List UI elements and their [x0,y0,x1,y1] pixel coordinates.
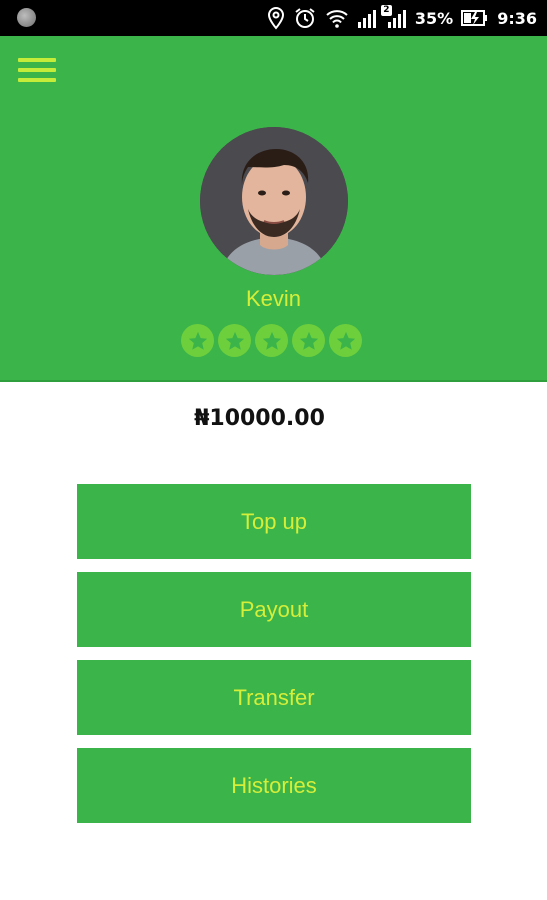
top-up-button[interactable]: Top up [77,484,471,559]
star-rating [181,324,362,357]
alarm-icon [295,8,315,28]
wifi-icon [326,10,348,28]
status-icons: 2 35% 9:36 [267,4,537,32]
clock: 9:36 [497,8,537,28]
battery-charging-icon [461,10,488,26]
profile-photo [200,127,348,275]
profile-header: Kevin [0,36,547,382]
location-icon [267,6,284,30]
sim-badge: 2 [380,5,392,16]
hamburger-menu-icon[interactable] [18,58,58,90]
action-list: Top up Payout Transfer Histories [77,484,471,836]
transfer-button[interactable]: Transfer [77,660,471,735]
status-bar: 2 35% 9:36 [0,0,547,36]
star-icon [292,324,325,357]
histories-button[interactable]: Histories [77,748,471,823]
avatar [200,127,348,275]
star-icon [181,324,214,357]
star-icon [218,324,251,357]
payout-button[interactable]: Payout [77,572,471,647]
user-name: Kevin [245,286,302,311]
signal-icon [357,10,376,28]
notification-dot-icon [17,8,36,27]
wallet-balance: ₦10000.00 [194,406,325,431]
star-icon [329,324,362,357]
battery-percent: 35% [414,8,454,28]
star-icon [255,324,288,357]
